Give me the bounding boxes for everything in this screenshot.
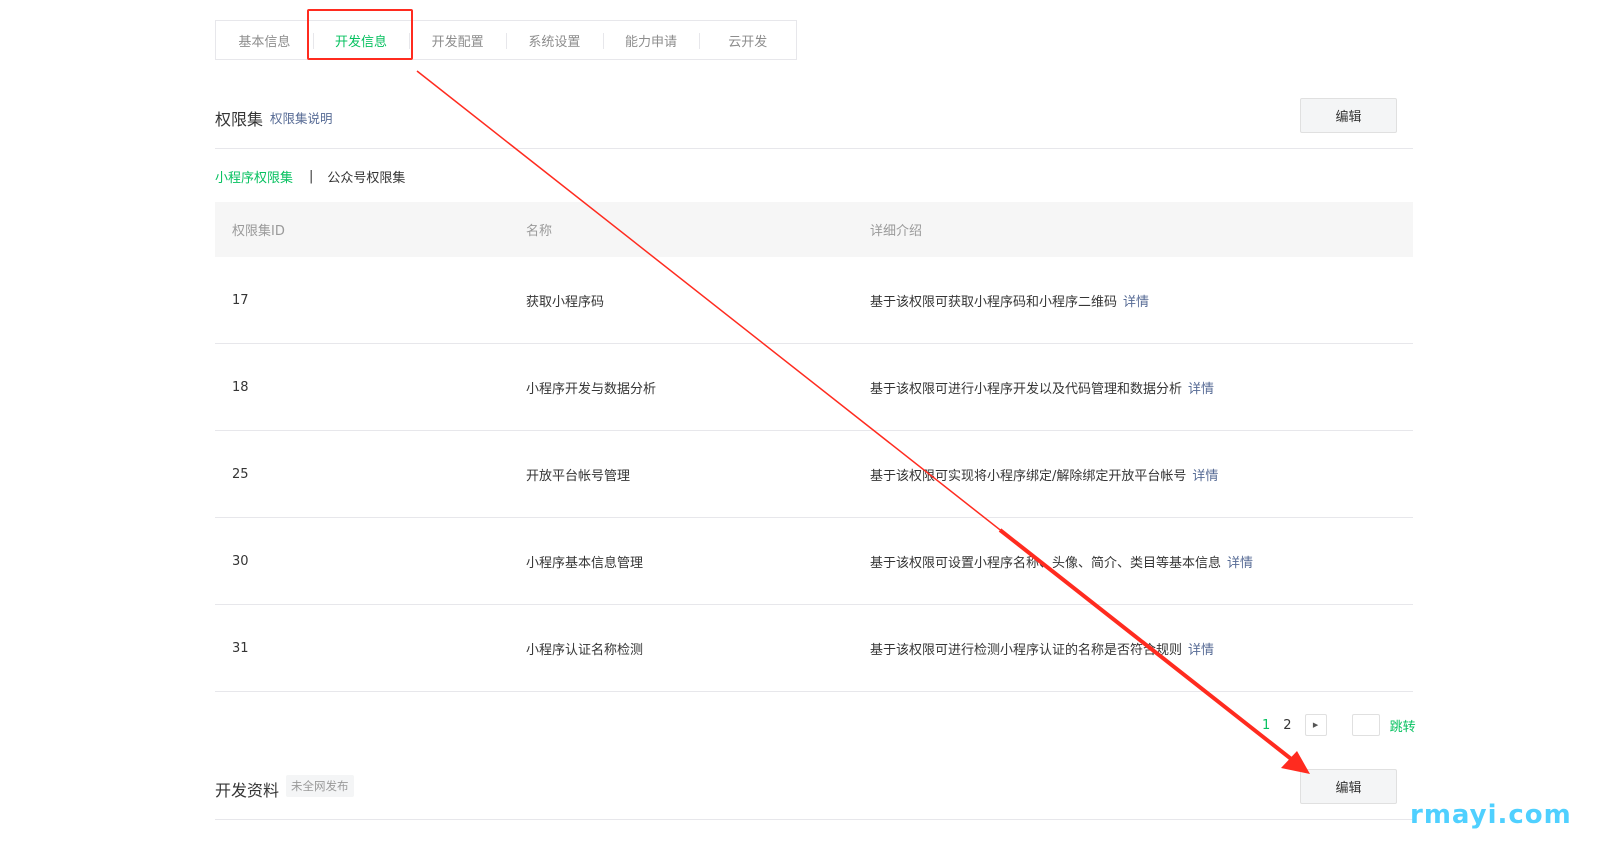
status-badge: 未全网发布 [286,775,354,797]
pagination: 1 2 ▶ 跳转 [1262,714,1416,736]
annotation-highlight-box [307,9,413,60]
cell-id: 25 [232,466,249,482]
table-row: 30 小程序基本信息管理 基于该权限可设置小程序名称、头像、简介、类目等基本信息… [215,518,1413,605]
table-header: 权限集ID 名称 详细介绍 [215,202,1413,257]
cell-id: 18 [232,379,249,395]
next-page-icon[interactable]: ▶ [1304,714,1327,736]
dev-docs-title: 开发资料 [215,781,280,800]
cell-name: 小程序认证名称检测 [526,642,644,658]
description-text: 基于该权限可进行检测小程序认证的名称是否符合规则 [870,642,1183,658]
table-row: 25 开放平台帐号管理 基于该权限可实现将小程序绑定/解除绑定开放平台帐号 详情 [215,431,1413,518]
table-row: 17 获取小程序码 基于该权限可获取小程序码和小程序二维码 详情 [215,257,1413,344]
description-text: 基于该权限可实现将小程序绑定/解除绑定开放平台帐号 [870,468,1187,484]
cell-id: 31 [232,640,249,656]
cell-description: 基于该权限可获取小程序码和小程序二维码 详情 [870,291,1413,310]
watermark: rmayi.com [1410,800,1572,830]
cell-description: 基于该权限可设置小程序名称、头像、简介、类目等基本信息 详情 [870,552,1413,571]
detail-link[interactable]: 详情 [1192,469,1218,484]
page-2-link[interactable]: 2 [1283,718,1291,733]
tab-bar: 基本信息 开发信息 开发配置 系统设置 能力申请 云开发 [215,20,797,60]
description-text: 基于该权限可进行小程序开发以及代码管理和数据分析 [870,381,1183,397]
tab-cloud-dev[interactable]: 云开发 [699,31,796,50]
tab-dev-config[interactable]: 开发配置 [409,31,506,50]
column-header-description: 详细介绍 [870,224,923,239]
subtab-miniprogram-permissions[interactable]: 小程序权限集 [215,167,293,186]
cell-description: 基于该权限可进行小程序开发以及代码管理和数据分析 详情 [870,378,1413,397]
section-divider [215,819,1413,820]
description-text: 基于该权限可获取小程序码和小程序二维码 [870,294,1118,310]
cell-description: 基于该权限可进行检测小程序认证的名称是否符合规则 详情 [870,639,1413,658]
tab-system-settings[interactable]: 系统设置 [506,31,603,50]
table-row: 31 小程序认证名称检测 基于该权限可进行检测小程序认证的名称是否符合规则 详情 [215,605,1413,692]
cell-name: 获取小程序码 [526,294,605,310]
tab-basic-info[interactable]: 基本信息 [216,31,313,50]
permissions-table: 权限集ID 名称 详细介绍 17 获取小程序码 基于该权限可获取小程序码和小程序… [215,202,1413,692]
detail-link[interactable]: 详情 [1188,382,1214,397]
permissions-edit-button[interactable]: 编辑 [1300,98,1397,133]
cell-id: 17 [232,292,249,308]
column-header-name: 名称 [526,224,553,239]
cell-id: 30 [232,553,249,569]
description-text: 基于该权限可设置小程序名称、头像、简介、类目等基本信息 [870,555,1222,571]
detail-link[interactable]: 详情 [1227,556,1253,571]
permission-subtabs: 小程序权限集 | 公众号权限集 [215,167,405,186]
permissions-title: 权限集 [215,110,264,129]
page-1-link[interactable]: 1 [1262,718,1270,733]
subtab-official-account-permissions[interactable]: 公众号权限集 [327,167,405,186]
cell-description: 基于该权限可实现将小程序绑定/解除绑定开放平台帐号 详情 [870,465,1413,484]
dev-docs-edit-button[interactable]: 编辑 [1300,769,1397,804]
detail-link[interactable]: 详情 [1188,643,1214,658]
cell-name: 小程序基本信息管理 [526,555,644,571]
permissions-help-link[interactable]: 权限集说明 [270,108,333,127]
tab-capability-apply[interactable]: 能力申请 [602,31,700,50]
page-jump-input[interactable] [1351,714,1380,736]
cell-name: 开放平台帐号管理 [526,468,631,484]
detail-link[interactable]: 详情 [1123,295,1149,310]
cell-name: 小程序开发与数据分析 [526,381,657,397]
subtab-separator: | [309,169,314,184]
section-divider [215,148,1413,149]
column-header-id: 权限集ID [232,224,285,239]
table-row: 18 小程序开发与数据分析 基于该权限可进行小程序开发以及代码管理和数据分析 详情 [215,344,1413,431]
page-jump-button[interactable]: 跳转 [1390,716,1416,735]
